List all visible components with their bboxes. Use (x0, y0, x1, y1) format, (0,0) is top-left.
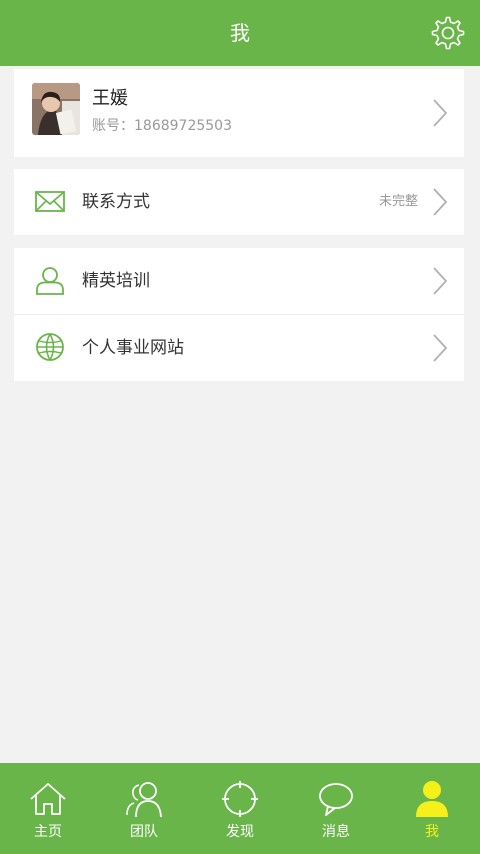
chevron-right-icon (433, 267, 448, 295)
profile-card[interactable]: 王媛 账号：18689725503 (14, 69, 464, 157)
compass-icon (222, 781, 258, 817)
tab-label: 发现 (226, 824, 254, 840)
tab-label: 团队 (130, 824, 158, 840)
top-bar: 我 (0, 0, 480, 66)
globe-icon (36, 333, 64, 361)
menu-item-label: 精英培训 (82, 271, 150, 291)
menu-item-training[interactable]: 精英培训 (14, 248, 464, 314)
contact-status: 未完整 (378, 194, 418, 209)
page-title: 我 (230, 21, 250, 45)
avatar (32, 83, 80, 135)
home-icon (30, 783, 66, 815)
menu-item-website[interactable]: 个人事业网站 (14, 315, 464, 381)
menu-card: 精英培训 个人事业网站 (14, 248, 464, 381)
bottom-tab-bar: 主页 团队 发现 消息 我 (0, 763, 480, 854)
chat-bubble-icon (319, 783, 353, 816)
tab-discover[interactable]: 发现 (192, 763, 288, 854)
tab-label: 消息 (322, 824, 350, 840)
profile-name: 王媛 (92, 88, 128, 109)
tab-team[interactable]: 团队 (96, 763, 192, 854)
person-icon (36, 267, 64, 295)
profile-account: 账号：18689725503 (92, 118, 232, 134)
contact-row[interactable]: 联系方式 未完整 (14, 169, 464, 235)
tab-me[interactable]: 我 (384, 763, 480, 854)
tab-label: 主页 (34, 824, 62, 840)
settings-button[interactable] (430, 15, 466, 51)
chevron-right-icon (433, 99, 448, 127)
chevron-right-icon (433, 334, 448, 362)
menu-item-label: 个人事业网站 (82, 338, 184, 358)
user-icon (416, 781, 448, 817)
team-icon (126, 782, 162, 818)
envelope-icon (35, 191, 65, 212)
contact-label: 联系方式 (82, 192, 150, 212)
tab-label: 我 (425, 824, 439, 840)
contact-card: 联系方式 未完整 (14, 169, 464, 235)
tab-messages[interactable]: 消息 (288, 763, 384, 854)
chevron-right-icon (433, 188, 448, 216)
gear-icon (431, 16, 465, 50)
tab-home[interactable]: 主页 (0, 763, 96, 854)
